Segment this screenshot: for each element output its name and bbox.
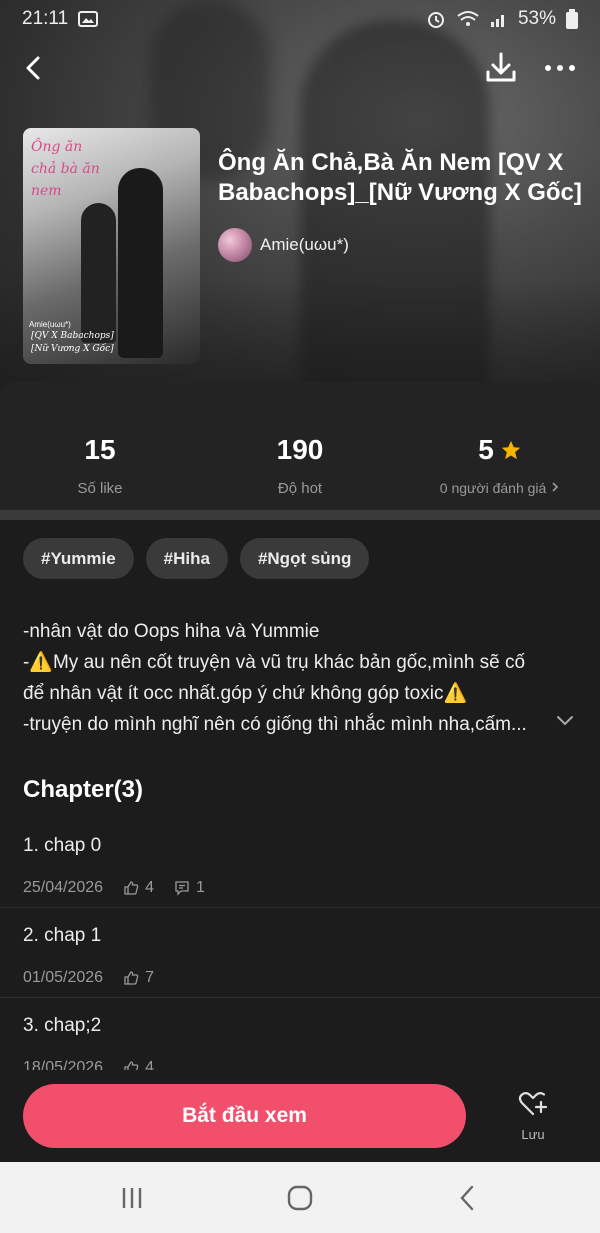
chapter-date: 01/05/2026 bbox=[23, 969, 104, 986]
likes-stat: 15 Số like bbox=[0, 434, 200, 497]
section-divider bbox=[0, 510, 600, 520]
chevron-down-icon[interactable] bbox=[554, 710, 576, 730]
chevron-right-icon bbox=[552, 482, 559, 492]
description: -nhân vật do Oops hiha và Yummie -⚠️My a… bbox=[23, 616, 583, 740]
image-notification-icon bbox=[78, 11, 99, 27]
chapter-date: 25/04/2026 bbox=[23, 879, 104, 896]
heart-plus-icon bbox=[518, 1092, 548, 1116]
bottom-action-bar: Bắt đầu xem Lưu bbox=[0, 1070, 600, 1162]
book-cover: Ông ăn chả bà ăn nem Amie(uωu*) [QV X Ba… bbox=[23, 128, 200, 364]
tag-chip[interactable]: #Yummie bbox=[23, 538, 134, 579]
chapter-title: 1. chap 0 bbox=[23, 835, 102, 856]
tag-chip[interactable]: #Ngọt sủng bbox=[239, 538, 370, 579]
description-line: -nhân vật do Oops hiha và Yummie bbox=[23, 621, 320, 642]
save-button[interactable]: Lưu bbox=[508, 1090, 558, 1150]
chapters-heading: Chapter(3) bbox=[23, 776, 144, 803]
wifi-icon bbox=[457, 11, 479, 26]
rating-label: 0 người đánh giá bbox=[439, 480, 547, 496]
rating-stat[interactable]: 5 0 người đánh giá bbox=[400, 434, 600, 496]
chapter-row[interactable]: 2. chap 1 01/05/2026 7 bbox=[0, 925, 600, 998]
status-bar: 21:11 53% bbox=[0, 0, 600, 38]
tag-chip[interactable]: #Hiha bbox=[145, 538, 228, 579]
home-icon[interactable] bbox=[280, 1182, 320, 1214]
hot-stat: 190 Độ hot bbox=[200, 434, 400, 497]
start-reading-button[interactable]: Bắt đầu xem bbox=[23, 1084, 466, 1148]
author-name: Amie(uωu*) bbox=[260, 235, 349, 254]
signal-icon bbox=[490, 15, 504, 27]
chapter-title: 3. chap;2 bbox=[23, 1015, 102, 1036]
star-icon bbox=[501, 440, 520, 460]
alarm-icon bbox=[427, 12, 444, 28]
chapter-likes: 4 bbox=[145, 879, 154, 896]
chapter-likes: 7 bbox=[145, 969, 154, 986]
rating-value: 5 bbox=[478, 434, 494, 465]
cover-author: Amie(uωu*) bbox=[29, 320, 71, 329]
description-line: -truyện do mình nghĩ nên có giống thì nh… bbox=[23, 714, 527, 735]
like-icon bbox=[124, 881, 139, 895]
cover-subtitle: [QV X Babachops] [Nữ Vương X Gốc] bbox=[31, 331, 114, 354]
chapter-title: 2. chap 1 bbox=[23, 925, 102, 946]
like-icon bbox=[124, 971, 139, 985]
book-title: Ông Ăn Chả,Bà Ăn Nem [QV X Babachops]_[N… bbox=[218, 149, 582, 206]
cover-title: Ông ăn chả bà ăn nem bbox=[31, 139, 100, 199]
likes-count: 15 bbox=[84, 434, 116, 465]
hot-count: 190 bbox=[276, 434, 324, 465]
comment-icon bbox=[175, 881, 189, 896]
download-icon[interactable] bbox=[484, 50, 518, 86]
chapter-row[interactable]: 1. chap 0 25/04/2026 4 1 bbox=[0, 835, 600, 908]
system-back-icon[interactable] bbox=[448, 1182, 488, 1214]
author-link[interactable]: Amie(uωu*) bbox=[218, 228, 349, 262]
battery-percent: 53% bbox=[517, 8, 556, 29]
tag-list: #Yummie #Hiha #Ngọt sủng bbox=[23, 538, 370, 579]
back-arrow-icon[interactable] bbox=[20, 50, 50, 86]
status-time: 21:11 bbox=[22, 8, 69, 29]
recent-apps-icon[interactable] bbox=[112, 1182, 152, 1214]
description-line: -⚠️My au nên cốt truyện và vũ trụ khác b… bbox=[23, 652, 526, 673]
system-nav-bar bbox=[0, 1162, 600, 1233]
more-options-icon[interactable] bbox=[540, 50, 580, 86]
stats-panel: 15 Số like 190 Độ hot 5 0 người đánh giá bbox=[0, 382, 600, 510]
save-label: Lưu bbox=[521, 1127, 545, 1142]
top-bar bbox=[0, 48, 600, 88]
chapter-comments: 1 bbox=[195, 879, 205, 896]
battery-icon bbox=[566, 9, 578, 29]
likes-label: Số like bbox=[77, 480, 123, 497]
avatar bbox=[218, 228, 252, 262]
hot-label: Độ hot bbox=[277, 480, 323, 497]
description-line: để nhân vật ít occ nhất.góp ý chứ không … bbox=[23, 683, 468, 704]
